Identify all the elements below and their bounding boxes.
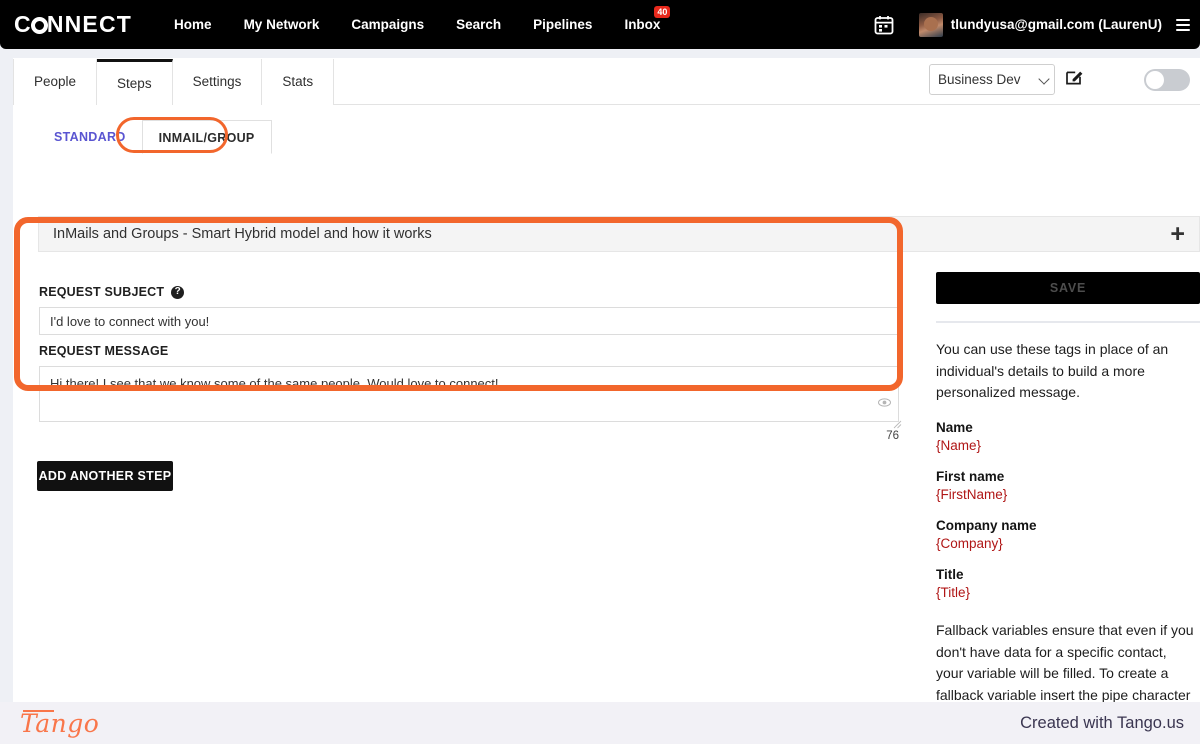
user-email-label[interactable]: tlundyusa@gmail.com (LaurenU)	[951, 17, 1162, 32]
nav-item-pipelines[interactable]: Pipelines	[517, 0, 608, 49]
tab-label: Settings	[192, 74, 242, 89]
nav-item-label: Pipelines	[533, 17, 593, 32]
request-subject-input[interactable]	[39, 306, 899, 336]
nav-item-search[interactable]: Search	[440, 0, 517, 49]
subtab-inmail-group[interactable]: INMAIL/GROUP	[141, 120, 272, 154]
campaign-active-toggle[interactable]	[1144, 68, 1190, 91]
logo-ring-icon	[30, 17, 48, 34]
tango-logo: Tango	[20, 708, 100, 738]
tab-label: Steps	[117, 76, 152, 91]
request-message-label: REQUEST MESSAGE	[39, 340, 904, 361]
calendar-icon[interactable]	[873, 14, 895, 36]
character-count: 76	[886, 430, 899, 442]
tag-value[interactable]: {Company}	[936, 536, 1200, 551]
page-card: People Steps Settings Stats Business Dev	[13, 58, 1200, 744]
hamburger-menu-icon[interactable]	[1176, 16, 1190, 34]
nav-item-my-network[interactable]: My Network	[228, 0, 336, 49]
connect-logo[interactable]: C NNECT	[14, 11, 132, 38]
tag-key: Title	[936, 567, 964, 583]
tab-stats[interactable]: Stats	[262, 59, 335, 105]
tab-label: People	[34, 74, 77, 89]
top-navbar: C NNECT Home My Network Campaigns Search …	[0, 0, 1200, 49]
tag-key: Name	[936, 420, 973, 436]
tag-value[interactable]: {FirstName}	[936, 487, 1200, 502]
tag-item-company-name: Company name {Company}	[936, 518, 1200, 551]
toggle-knob	[1146, 70, 1164, 89]
tags-intro-text: You can use these tags in place of an in…	[936, 341, 1169, 401]
tab-people[interactable]: People	[13, 59, 98, 105]
tags-panel: You can use these tags in place of an in…	[936, 321, 1200, 744]
tag-key: Company name	[936, 518, 1037, 534]
request-message-input[interactable]	[39, 366, 899, 422]
tag-item-title: Title {Title}	[936, 567, 1200, 600]
tag-item-first-name: First name {FirstName}	[936, 469, 1200, 502]
footer: Tango Created with Tango.us	[0, 702, 1200, 744]
tab-label: Stats	[282, 74, 314, 89]
nav-item-label: My Network	[243, 17, 320, 32]
subtab-label: STANDARD	[54, 130, 126, 144]
nav-item-inbox[interactable]: Inbox 40	[608, 0, 676, 49]
nav-links: Home My Network Campaigns Search Pipelin…	[158, 0, 676, 49]
tag-key: First name	[936, 469, 1005, 485]
request-form-panel: REQUEST SUBJECT ? REQUEST MESSAGE	[39, 282, 904, 442]
nav-item-label: Home	[174, 17, 212, 32]
tag-value[interactable]: {Name}	[936, 438, 1200, 453]
created-with-credit: Created with Tango.us	[1020, 713, 1184, 732]
subtab-label: INMAIL/GROUP	[158, 131, 255, 145]
tag-value[interactable]: {Title}	[936, 585, 1200, 600]
question-mark-help-icon[interactable]: ?	[171, 285, 185, 299]
subtab-group: STANDARD INMAIL/GROUP	[38, 118, 272, 154]
step-title: InMails and Groups - Smart Hybrid model …	[53, 226, 432, 242]
nav-item-campaigns[interactable]: Campaigns	[335, 0, 440, 49]
save-button[interactable]: SAVE	[936, 272, 1200, 304]
request-message-label-text: REQUEST MESSAGE	[39, 343, 169, 358]
nav-item-label: Campaigns	[351, 17, 425, 32]
tab-settings[interactable]: Settings	[172, 59, 263, 105]
avatar[interactable]	[918, 12, 943, 37]
nav-item-label: Inbox	[624, 17, 661, 32]
tags-sidebar: SAVE You can use these tags in place of …	[923, 216, 1200, 744]
nav-item-home[interactable]: Home	[158, 0, 228, 49]
eye-preview-icon[interactable]	[878, 395, 891, 413]
edit-pencil-icon[interactable]	[1065, 68, 1084, 92]
request-message-wrapper	[39, 366, 904, 429]
subtab-standard[interactable]: STANDARD	[38, 120, 142, 154]
nav-item-label: Search	[456, 17, 502, 32]
resize-handle[interactable]	[893, 416, 902, 429]
app-window: C NNECT Home My Network Campaigns Search …	[0, 0, 1200, 744]
campaign-select[interactable]: Business Dev	[929, 64, 1055, 95]
tag-item-name: Name {Name}	[936, 420, 1200, 453]
inbox-unread-badge: 40	[654, 6, 671, 19]
request-subject-label-text: REQUEST SUBJECT	[39, 285, 165, 300]
campaign-select-wrapper: Business Dev	[929, 64, 1055, 95]
request-subject-label: REQUEST SUBJECT ?	[39, 282, 904, 303]
campaign-controls: Business Dev	[929, 64, 1190, 95]
tab-steps[interactable]: Steps	[97, 59, 173, 105]
navbar-right-cluster: tlundyusa@gmail.com (LaurenU)	[873, 12, 1200, 37]
add-another-step-button[interactable]: ADD ANOTHER STEP	[37, 461, 173, 491]
